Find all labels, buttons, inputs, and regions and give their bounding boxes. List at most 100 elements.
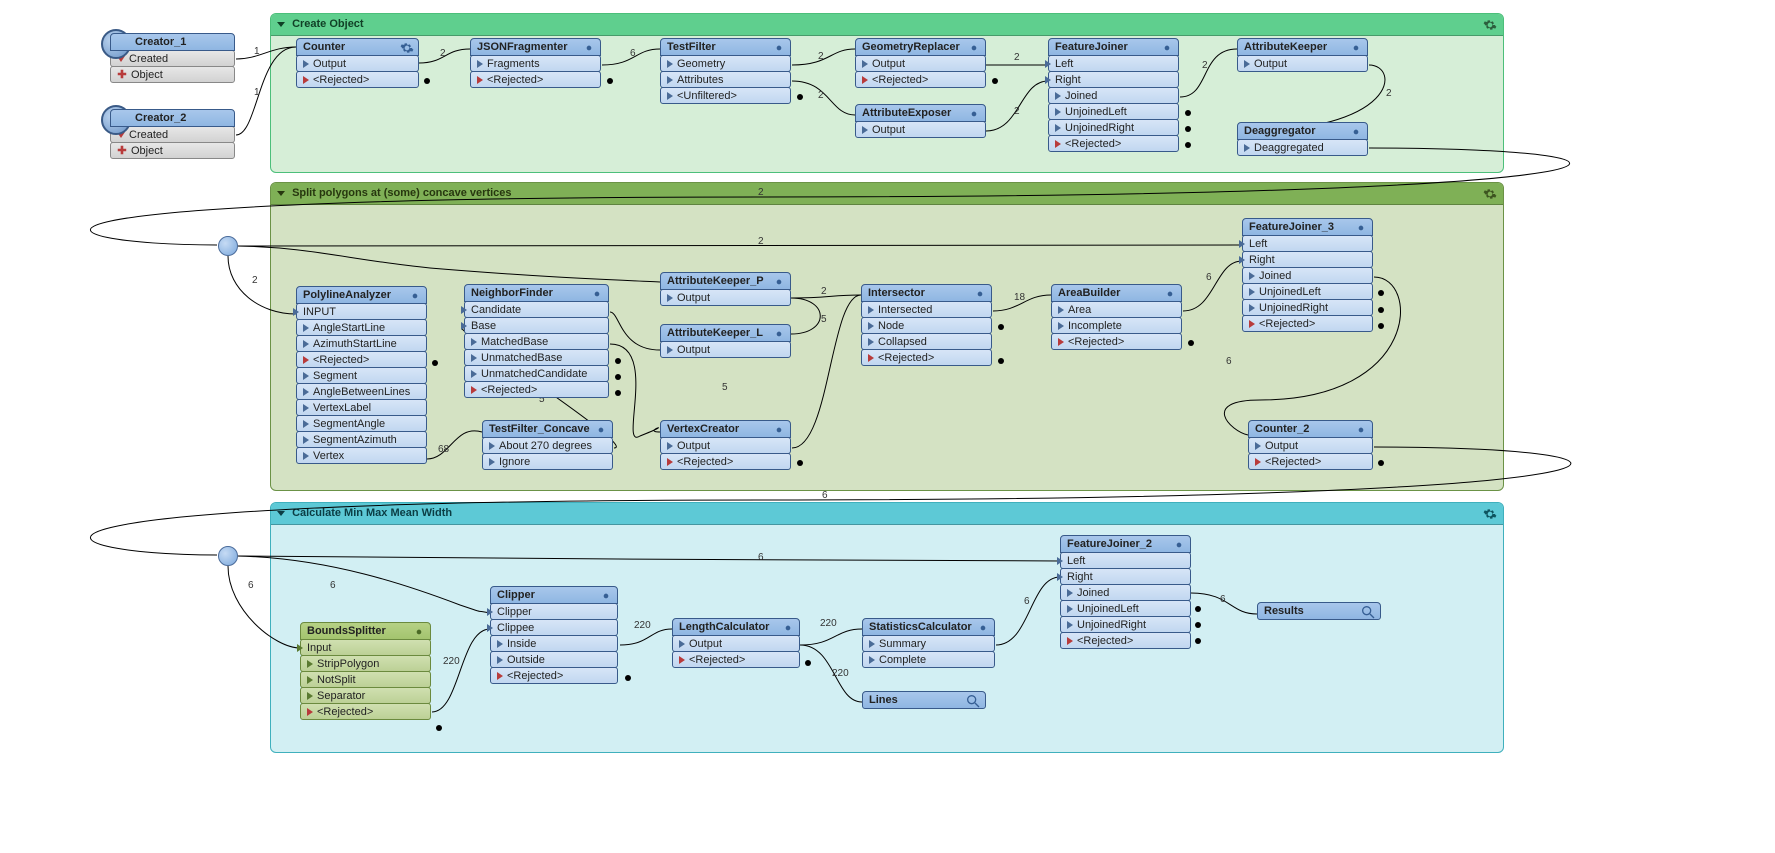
transformer-testfilter-concave[interactable]: TestFilter_Concave About 270 degrees Ign… [482,420,613,470]
output-port[interactable]: UnmatchedCandidate [464,365,609,382]
output-port-rejected[interactable]: <Rejected> [1048,135,1179,152]
output-port[interactable]: Output [660,437,791,454]
gear-icon[interactable] [1160,41,1174,55]
output-port-complete[interactable]: Complete [862,651,995,668]
node-title[interactable]: Clipper [490,586,618,604]
output-port[interactable]: Node [861,317,992,334]
node-title[interactable]: Intersector [861,284,992,302]
junction[interactable] [218,236,238,256]
output-port[interactable]: AngleStartLine [296,319,427,336]
output-port-joined[interactable]: Joined [1242,267,1373,284]
output-port[interactable]: Collapsed [861,333,992,350]
output-port[interactable]: SegmentAngle [296,415,427,432]
output-port[interactable]: SegmentAzimuth [296,431,427,448]
transformer-attributeexposer[interactable]: AttributeExposer Output [855,104,986,138]
node-title[interactable]: VertexCreator [660,420,791,438]
node-title[interactable]: Counter [296,38,419,56]
node-title[interactable]: GeometryReplacer [855,38,986,56]
transformer-neighborfinder[interactable]: NeighborFinder Candidate Base MatchedBas… [464,284,609,398]
node-title[interactable]: PolylineAnalyzer [296,286,427,304]
output-port[interactable]: Output [672,635,800,652]
input-port-right[interactable]: Right [1060,568,1191,585]
node-title[interactable]: AttributeKeeper_P [660,272,791,290]
output-port-rejected[interactable]: <Rejected> [300,703,431,720]
output-port-rejected[interactable]: <Rejected> [855,71,986,88]
gear-icon[interactable] [1163,287,1177,301]
output-port-summary[interactable]: Summary [862,635,995,652]
output-port-rejected[interactable]: <Rejected> [296,351,427,368]
transformer-attributekeeper-l[interactable]: AttributeKeeper_L Output [660,324,791,358]
output-port[interactable]: Deaggregated [1237,139,1368,156]
bookmark-header[interactable]: Create Object [271,14,1503,36]
input-port-left[interactable]: Left [1048,55,1179,72]
gear-icon[interactable] [772,327,786,341]
output-port-rejected[interactable]: <Rejected> [672,651,800,668]
output-port-joined[interactable]: Joined [1048,87,1179,104]
bookmark-header[interactable]: Split polygons at (some) concave vertice… [271,183,1503,205]
output-port-rejected[interactable]: <Rejected> [1060,632,1191,649]
gear-icon[interactable] [590,287,604,301]
output-port[interactable]: UnjoinedRight [1060,616,1191,633]
node-title[interactable]: NeighborFinder [464,284,609,302]
node-title[interactable]: JSONFragmenter [470,38,601,56]
transformer-statisticscalculator[interactable]: StatisticsCalculator Summary Complete [862,618,995,668]
input-port-right[interactable]: Right [1048,71,1179,88]
output-port[interactable]: UnjoinedLeft [1060,600,1191,617]
transformer-featurejoiner-3[interactable]: FeatureJoiner_3 Left Right Joined Unjoin… [1242,218,1373,332]
gear-icon[interactable] [1349,41,1363,55]
node-title[interactable]: TestFilter [660,38,791,56]
transformer-testfilter[interactable]: TestFilter Geometry Attributes <Unfilter… [660,38,791,104]
transformer-attributekeeper[interactable]: AttributeKeeper Output [1237,38,1368,72]
output-port[interactable]: Output [1248,437,1373,454]
bookmark-header[interactable]: Calculate Min Max Mean Width [271,503,1503,525]
node-title[interactable]: AttributeKeeper_L [660,324,791,342]
output-port[interactable]: Output [296,55,419,72]
transformer-counter-2[interactable]: Counter_2 Output <Rejected> [1248,420,1373,470]
creator-2[interactable]: Creator_2 Created ✚Object [110,109,235,159]
node-title[interactable]: LengthCalculator [672,618,800,636]
output-port[interactable]: UnjoinedRight [1242,299,1373,316]
node-title[interactable]: FeatureJoiner_2 [1060,535,1191,553]
transformer-attributekeeper-p[interactable]: AttributeKeeper_P Output [660,272,791,306]
gear-icon[interactable] [599,589,613,603]
gear-icon[interactable] [772,275,786,289]
output-port[interactable]: VertexLabel [296,399,427,416]
gear-icon[interactable] [408,289,422,303]
gear-icon[interactable] [1483,18,1497,32]
magnifier-icon[interactable] [965,693,981,709]
output-port[interactable]: StripPolygon [300,655,431,672]
gear-icon[interactable] [400,41,414,55]
transformer-jsonfragmenter[interactable]: JSONFragmenter Fragments <Rejected> [470,38,601,88]
output-port[interactable]: Attributes [660,71,791,88]
gear-icon[interactable] [772,41,786,55]
gear-icon[interactable] [412,625,426,639]
output-port-joined[interactable]: Joined [1060,584,1191,601]
output-port[interactable]: Output [660,341,791,358]
transformer-lengthcalculator[interactable]: LengthCalculator Output <Rejected> [672,618,800,668]
output-port[interactable]: Geometry [660,55,791,72]
node-title[interactable]: AttributeKeeper [1237,38,1368,56]
output-port[interactable]: AzimuthStartLine [296,335,427,352]
gear-icon[interactable] [967,107,981,121]
output-port[interactable]: Vertex [296,447,427,464]
node-title[interactable]: AreaBuilder [1051,284,1182,302]
output-port-rejected[interactable]: <Rejected> [464,381,609,398]
output-port-rejected[interactable]: <Rejected> [296,71,419,88]
output-port[interactable]: Fragments [470,55,601,72]
node-title[interactable]: Creator_2 [110,109,235,127]
output-port[interactable]: UnmatchedBase [464,349,609,366]
transformer-geometryreplacer[interactable]: GeometryReplacer Output <Rejected> [855,38,986,88]
output-port[interactable]: Segment [296,367,427,384]
gear-icon[interactable] [1483,507,1497,521]
input-port-right[interactable]: Right [1242,251,1373,268]
inspector-results[interactable]: Results [1257,602,1381,620]
inspector-lines[interactable]: Lines [862,691,986,709]
output-port-unfiltered[interactable]: <Unfiltered> [660,87,791,104]
gear-icon[interactable] [976,621,990,635]
node-title[interactable]: Lines [862,691,986,709]
output-port[interactable]: Separator [300,687,431,704]
output-port-rejected[interactable]: <Rejected> [1051,333,1182,350]
output-port-object[interactable]: ✚Object [110,66,235,83]
transformer-intersector[interactable]: Intersector Intersected Node Collapsed <… [861,284,992,366]
output-port-created[interactable]: Created [110,50,235,67]
